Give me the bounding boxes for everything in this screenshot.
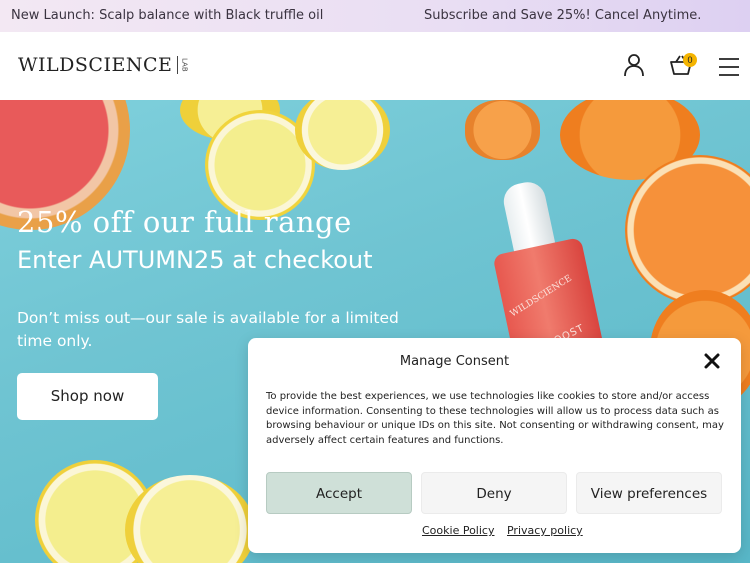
announcement-left[interactable]: New Launch: Scalp balance with Black tru… [11, 8, 323, 23]
logo-sub: LAB [177, 56, 188, 74]
consent-title: Manage Consent [399, 354, 510, 369]
logo-text: WILDSCIENCE [18, 54, 173, 76]
accept-button[interactable]: Accept [266, 472, 412, 514]
consent-body: To provide the best experiences, we use … [266, 391, 724, 446]
tangerine-image [465, 100, 540, 160]
privacy-policy-link[interactable]: Privacy policy [507, 524, 583, 537]
shop-now-button[interactable]: Shop now [17, 373, 158, 420]
menu-icon[interactable] [716, 54, 742, 80]
announcement-bar: New Launch: Scalp balance with Black tru… [0, 0, 750, 32]
site-header: WILDSCIENCE LAB 0 [0, 32, 750, 100]
consent-links: Cookie Policy Privacy policy [422, 524, 592, 537]
view-preferences-button[interactable]: View preferences [576, 472, 722, 514]
close-icon[interactable] [703, 352, 721, 370]
user-icon[interactable] [621, 52, 647, 78]
consent-dialog: Manage Consent To provide the best exper… [248, 338, 741, 553]
deny-button[interactable]: Deny [421, 472, 567, 514]
hero-subtitle: Enter AUTUMN25 at checkout [17, 246, 373, 274]
cookie-policy-link[interactable]: Cookie Policy [422, 524, 494, 537]
logo[interactable]: WILDSCIENCE LAB [18, 54, 188, 76]
announcement-right[interactable]: Subscribe and Save 25%! Cancel Anytime. [424, 8, 701, 23]
hero-title: 25% off our full range [17, 205, 352, 239]
cart-count-badge: 0 [683, 53, 697, 67]
